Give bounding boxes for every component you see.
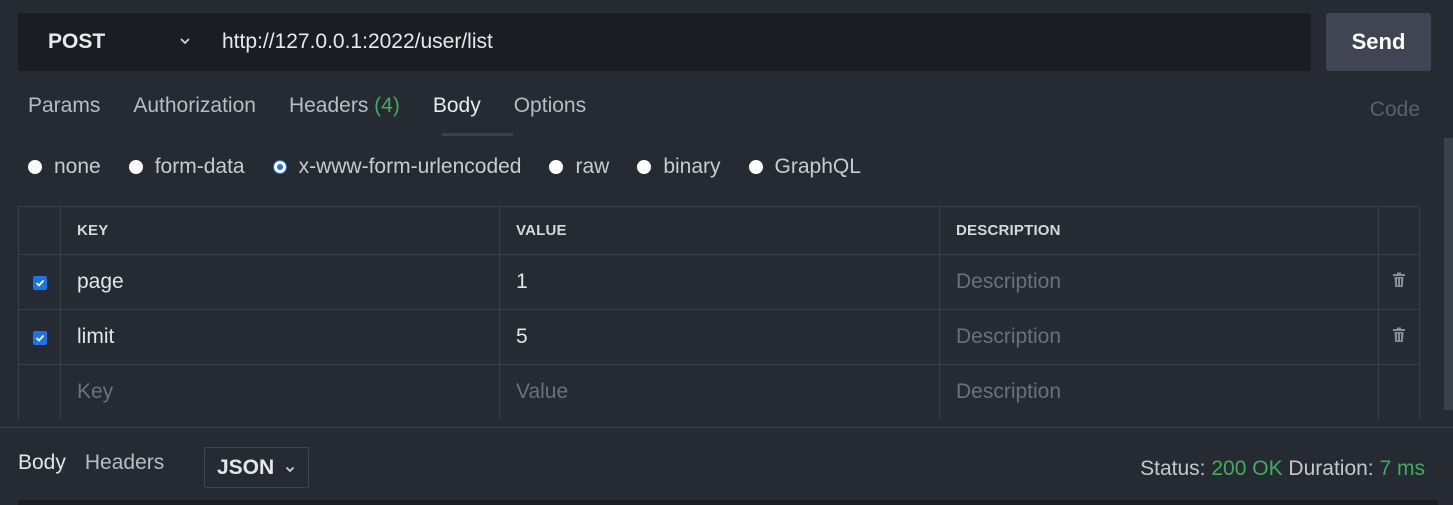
table-row: page 1 Description — [18, 254, 1420, 310]
table-row: limit 5 Description — [18, 309, 1420, 365]
description-cell[interactable]: Description — [939, 309, 1379, 365]
value-placeholder-cell[interactable]: Value — [499, 364, 940, 420]
key-placeholder-cell[interactable]: Key — [60, 364, 500, 420]
key-cell[interactable]: limit — [60, 309, 500, 365]
method-select[interactable]: POST — [18, 13, 218, 71]
status-label: Status: — [1140, 457, 1206, 480]
table-header-row: KEY VALUE DESCRIPTION — [18, 206, 1420, 255]
description-cell[interactable]: Description — [939, 254, 1379, 310]
duration-value: 7 ms — [1379, 457, 1425, 480]
format-label: JSON — [217, 455, 275, 479]
active-tab-indicator — [442, 133, 513, 136]
trash-icon[interactable] — [1392, 327, 1406, 343]
tab-headers[interactable]: Headers (4) — [289, 90, 400, 136]
header-key: KEY — [60, 206, 500, 255]
radio-button-selected[interactable] — [272, 160, 287, 174]
row-enabled-checkbox[interactable] — [32, 276, 47, 290]
duration-label: Duration: — [1288, 457, 1374, 480]
response-status: Status: 200 OK Duration: 7 ms — [1140, 457, 1425, 481]
response-tab-body[interactable]: Body — [18, 451, 66, 475]
radio-form-data[interactable]: form-data — [128, 155, 245, 179]
row-enabled-checkbox[interactable] — [32, 331, 47, 345]
tab-options[interactable]: Options — [514, 90, 586, 136]
request-tabs: Params Authorization Headers (4) Body Op… — [28, 90, 619, 136]
url-bar: POST — [18, 13, 1311, 71]
response-tab-headers[interactable]: Headers — [85, 451, 164, 475]
radio-button[interactable] — [128, 160, 143, 174]
vertical-scrollbar[interactable] — [1444, 138, 1453, 410]
table-row-new: Key Value Description — [18, 364, 1420, 420]
form-params-table: KEY VALUE DESCRIPTION page 1 Description… — [18, 206, 1420, 420]
send-button[interactable]: Send — [1326, 13, 1431, 71]
check-icon — [35, 334, 44, 342]
response-body-area[interactable] — [18, 500, 1438, 505]
status-value: 200 OK — [1211, 457, 1283, 480]
chevron-down-icon — [286, 466, 295, 472]
header-description: DESCRIPTION — [939, 206, 1379, 255]
radio-button[interactable] — [748, 160, 763, 174]
response-format-select[interactable]: JSON — [204, 447, 309, 488]
tab-body[interactable]: Body — [433, 90, 481, 136]
tab-authorization[interactable]: Authorization — [133, 90, 256, 136]
response-tabs: Body Headers — [18, 451, 183, 475]
tab-params[interactable]: Params — [28, 90, 100, 136]
method-label: POST — [48, 30, 106, 53]
radio-x-www-form-urlencoded[interactable]: x-www-form-urlencoded — [272, 155, 521, 179]
url-input[interactable] — [222, 13, 1302, 71]
radio-raw[interactable]: raw — [549, 155, 609, 179]
value-cell[interactable]: 5 — [499, 309, 940, 365]
radio-button[interactable] — [28, 160, 42, 174]
check-icon — [35, 279, 44, 287]
radio-graphql[interactable]: GraphQL — [748, 155, 861, 179]
code-link[interactable]: Code — [1370, 98, 1420, 122]
header-checkbox-cell — [18, 206, 61, 255]
radio-button[interactable] — [637, 160, 652, 174]
radio-none[interactable]: none — [28, 155, 101, 179]
description-placeholder-cell[interactable]: Description — [939, 364, 1379, 420]
key-cell[interactable]: page — [60, 254, 500, 310]
header-value: VALUE — [499, 206, 940, 255]
trash-icon[interactable] — [1392, 272, 1406, 288]
value-cell[interactable]: 1 — [499, 254, 940, 310]
chevron-down-icon — [180, 38, 190, 45]
body-type-radio-group: none form-data x-www-form-urlencoded raw… — [28, 152, 889, 182]
headers-count-badge: (4) — [374, 94, 400, 117]
radio-binary[interactable]: binary — [637, 155, 721, 179]
header-actions-cell — [1378, 206, 1420, 255]
panel-divider[interactable] — [0, 427, 1453, 428]
radio-button[interactable] — [549, 160, 564, 174]
